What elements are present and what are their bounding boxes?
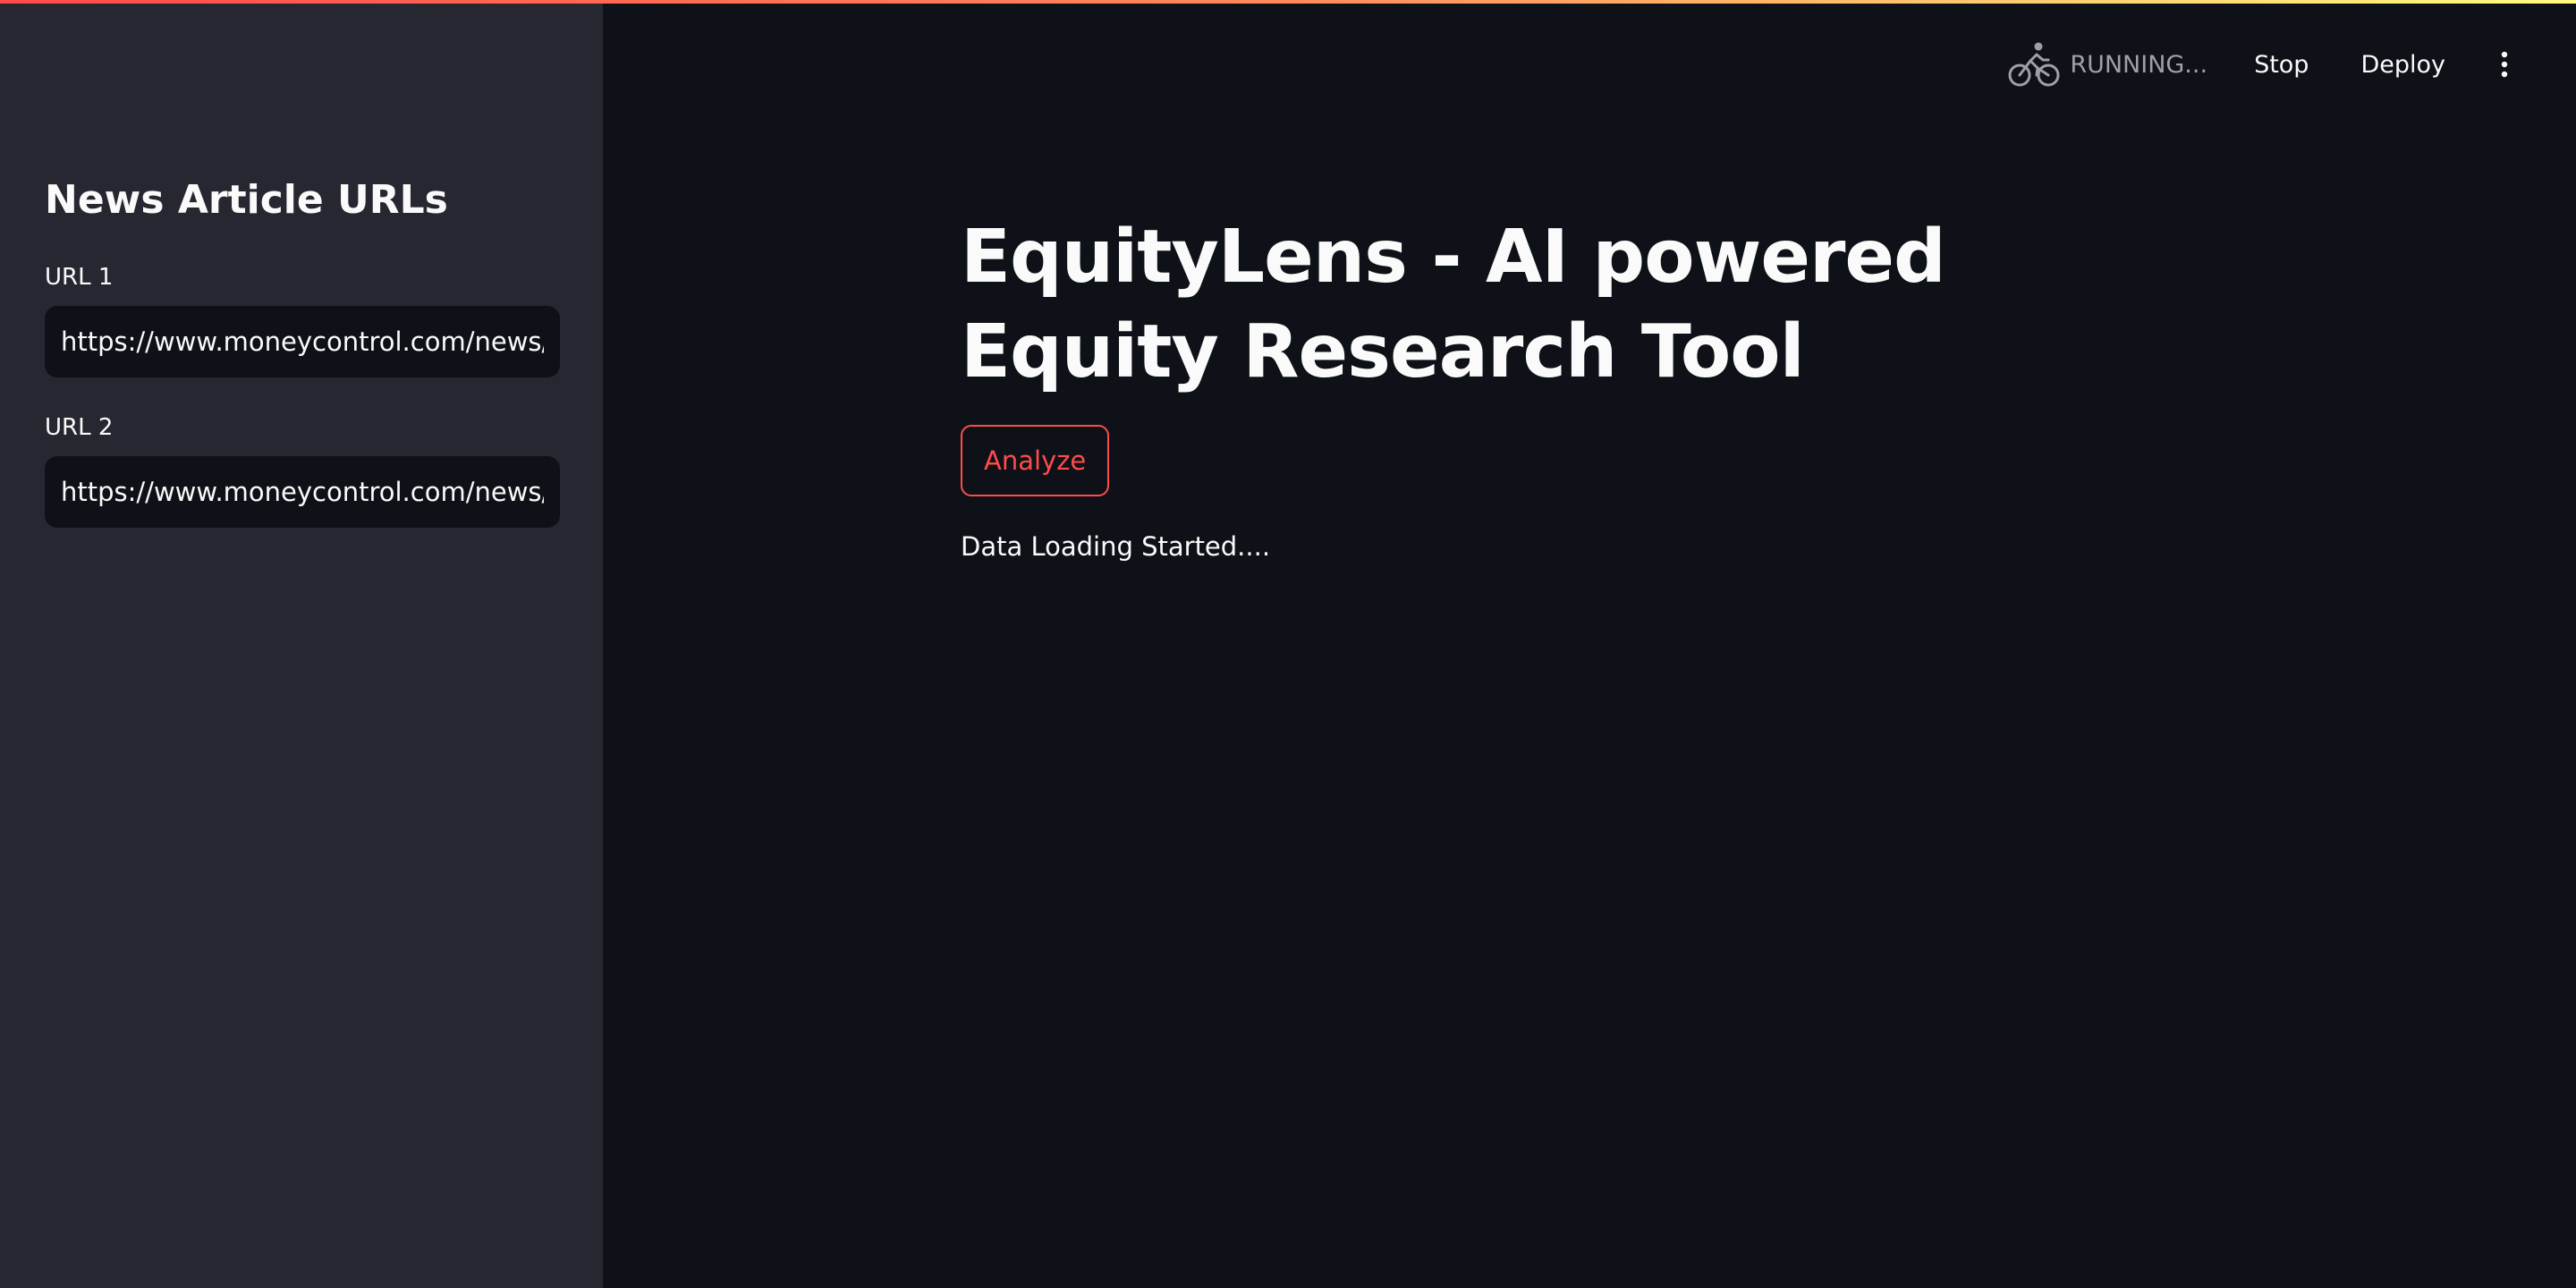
page-title: EquityLens - AI powered Equity Research … <box>961 215 1946 394</box>
header-toolbar: RUNNING... Stop Deploy <box>2007 38 2522 91</box>
more-vertical-icon[interactable] <box>2487 47 2522 82</box>
sidebar-title: News Article URLs <box>45 177 448 223</box>
main-content: RUNNING... Stop Deploy EquityLens - AI p… <box>603 0 2576 1288</box>
url-2-input[interactable] <box>45 456 560 528</box>
url-2-label: URL 2 <box>45 414 114 441</box>
deploy-button[interactable]: Deploy <box>2350 42 2456 88</box>
status-text: RUNNING... <box>2070 50 2208 79</box>
url-1-label: URL 1 <box>45 264 114 291</box>
running-status: RUNNING... <box>2007 39 2207 89</box>
sidebar: News Article URLs URL 1 URL 2 <box>0 0 603 1288</box>
status-message: Data Loading Started.... <box>961 531 1271 562</box>
decoration-bar <box>0 0 2576 4</box>
app-root: News Article URLs URL 1 URL 2 RUNNI <box>0 0 2576 1288</box>
url-1-input[interactable] <box>45 306 560 377</box>
analyze-button[interactable]: Analyze <box>961 425 1110 496</box>
stop-button[interactable]: Stop <box>2243 42 2319 88</box>
bicycle-icon <box>2007 39 2061 89</box>
